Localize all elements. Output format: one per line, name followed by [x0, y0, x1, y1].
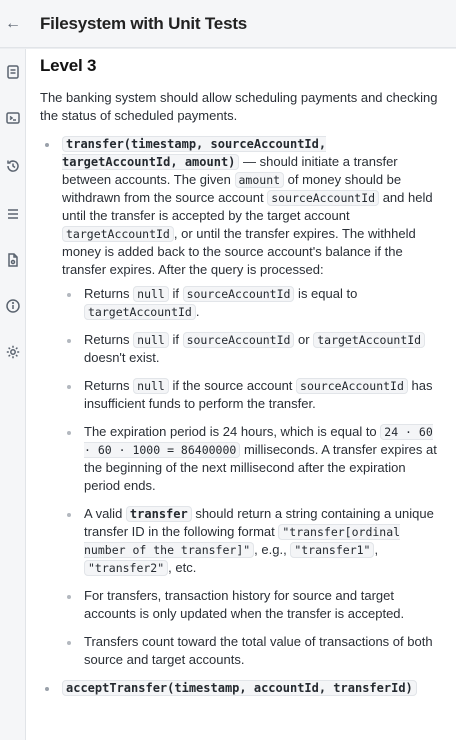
text: if	[168, 332, 183, 347]
code: sourceAccountId	[267, 190, 380, 206]
list-item-transfer: transfer(timestamp, sourceAccountId, tar…	[40, 135, 442, 669]
text: Returns	[84, 378, 134, 393]
terminal-icon[interactable]	[4, 109, 22, 127]
sidebar	[0, 49, 26, 740]
note-icon[interactable]	[4, 63, 22, 81]
list-item: The expiration period is 24 hours, which…	[62, 423, 442, 495]
menu-icon[interactable]	[4, 205, 22, 223]
code: "transfer1"	[290, 542, 375, 558]
list-item-accept-transfer: acceptTransfer(timestamp, accountId, tra…	[40, 679, 442, 697]
text: , etc.	[168, 560, 197, 575]
text: Transfers count toward the total value o…	[84, 634, 433, 667]
code: sourceAccountId	[182, 332, 295, 348]
text: , e.g.,	[254, 542, 291, 557]
text: if the source account	[168, 378, 297, 393]
settings-icon[interactable]	[4, 343, 22, 361]
text: or	[294, 332, 314, 347]
text: doesn't exist.	[84, 350, 160, 365]
back-button[interactable]: ←	[0, 0, 26, 48]
history-icon[interactable]	[4, 157, 22, 175]
text: is equal to	[294, 286, 358, 301]
text: Returns	[84, 332, 134, 347]
code: transfer	[125, 506, 192, 522]
text: For transfers, transaction history for s…	[84, 588, 405, 621]
intro-text: The banking system should allow scheduli…	[40, 90, 438, 123]
list-item: Returns null if the source account sourc…	[62, 377, 442, 413]
code: targetAccountId	[62, 226, 174, 242]
list-item: For transfers, transaction history for s…	[62, 587, 442, 623]
text: .	[195, 304, 200, 319]
document-icon[interactable]	[4, 251, 22, 269]
text: ,	[374, 542, 379, 557]
code: "transfer2"	[84, 560, 169, 576]
list-item: Returns null if sourceAccountId is equal…	[62, 285, 442, 321]
code: null	[133, 378, 169, 394]
info-icon[interactable]	[4, 297, 22, 315]
code: targetAccountId	[84, 304, 196, 320]
code: targetAccountId	[313, 332, 426, 348]
code: sourceAccountId	[182, 286, 295, 302]
arrow-left-icon: ←	[5, 14, 21, 32]
code: null	[133, 286, 169, 302]
level-heading: Level 3	[40, 56, 97, 75]
page-title: Filesystem with Unit Tests	[40, 13, 248, 33]
text: A valid	[84, 506, 126, 521]
list-item: Transfers count toward the total value o…	[62, 633, 442, 669]
top-bar: ← Filesystem with Unit Tests	[0, 0, 456, 48]
text: if	[168, 286, 183, 301]
code: null	[133, 332, 169, 348]
code: sourceAccountId	[296, 378, 408, 394]
text: The expiration period is 24 hours, which…	[84, 424, 381, 439]
accept-transfer-signature: acceptTransfer(timestamp, accountId, tra…	[62, 680, 417, 696]
list-item: Returns null if sourceAccountId or targe…	[62, 331, 442, 367]
code: amount	[234, 172, 285, 188]
list-item: A valid transfer should return a string …	[62, 505, 442, 577]
text: Returns	[84, 286, 134, 301]
problem-description: Level 3 The banking system should allow …	[26, 49, 456, 740]
